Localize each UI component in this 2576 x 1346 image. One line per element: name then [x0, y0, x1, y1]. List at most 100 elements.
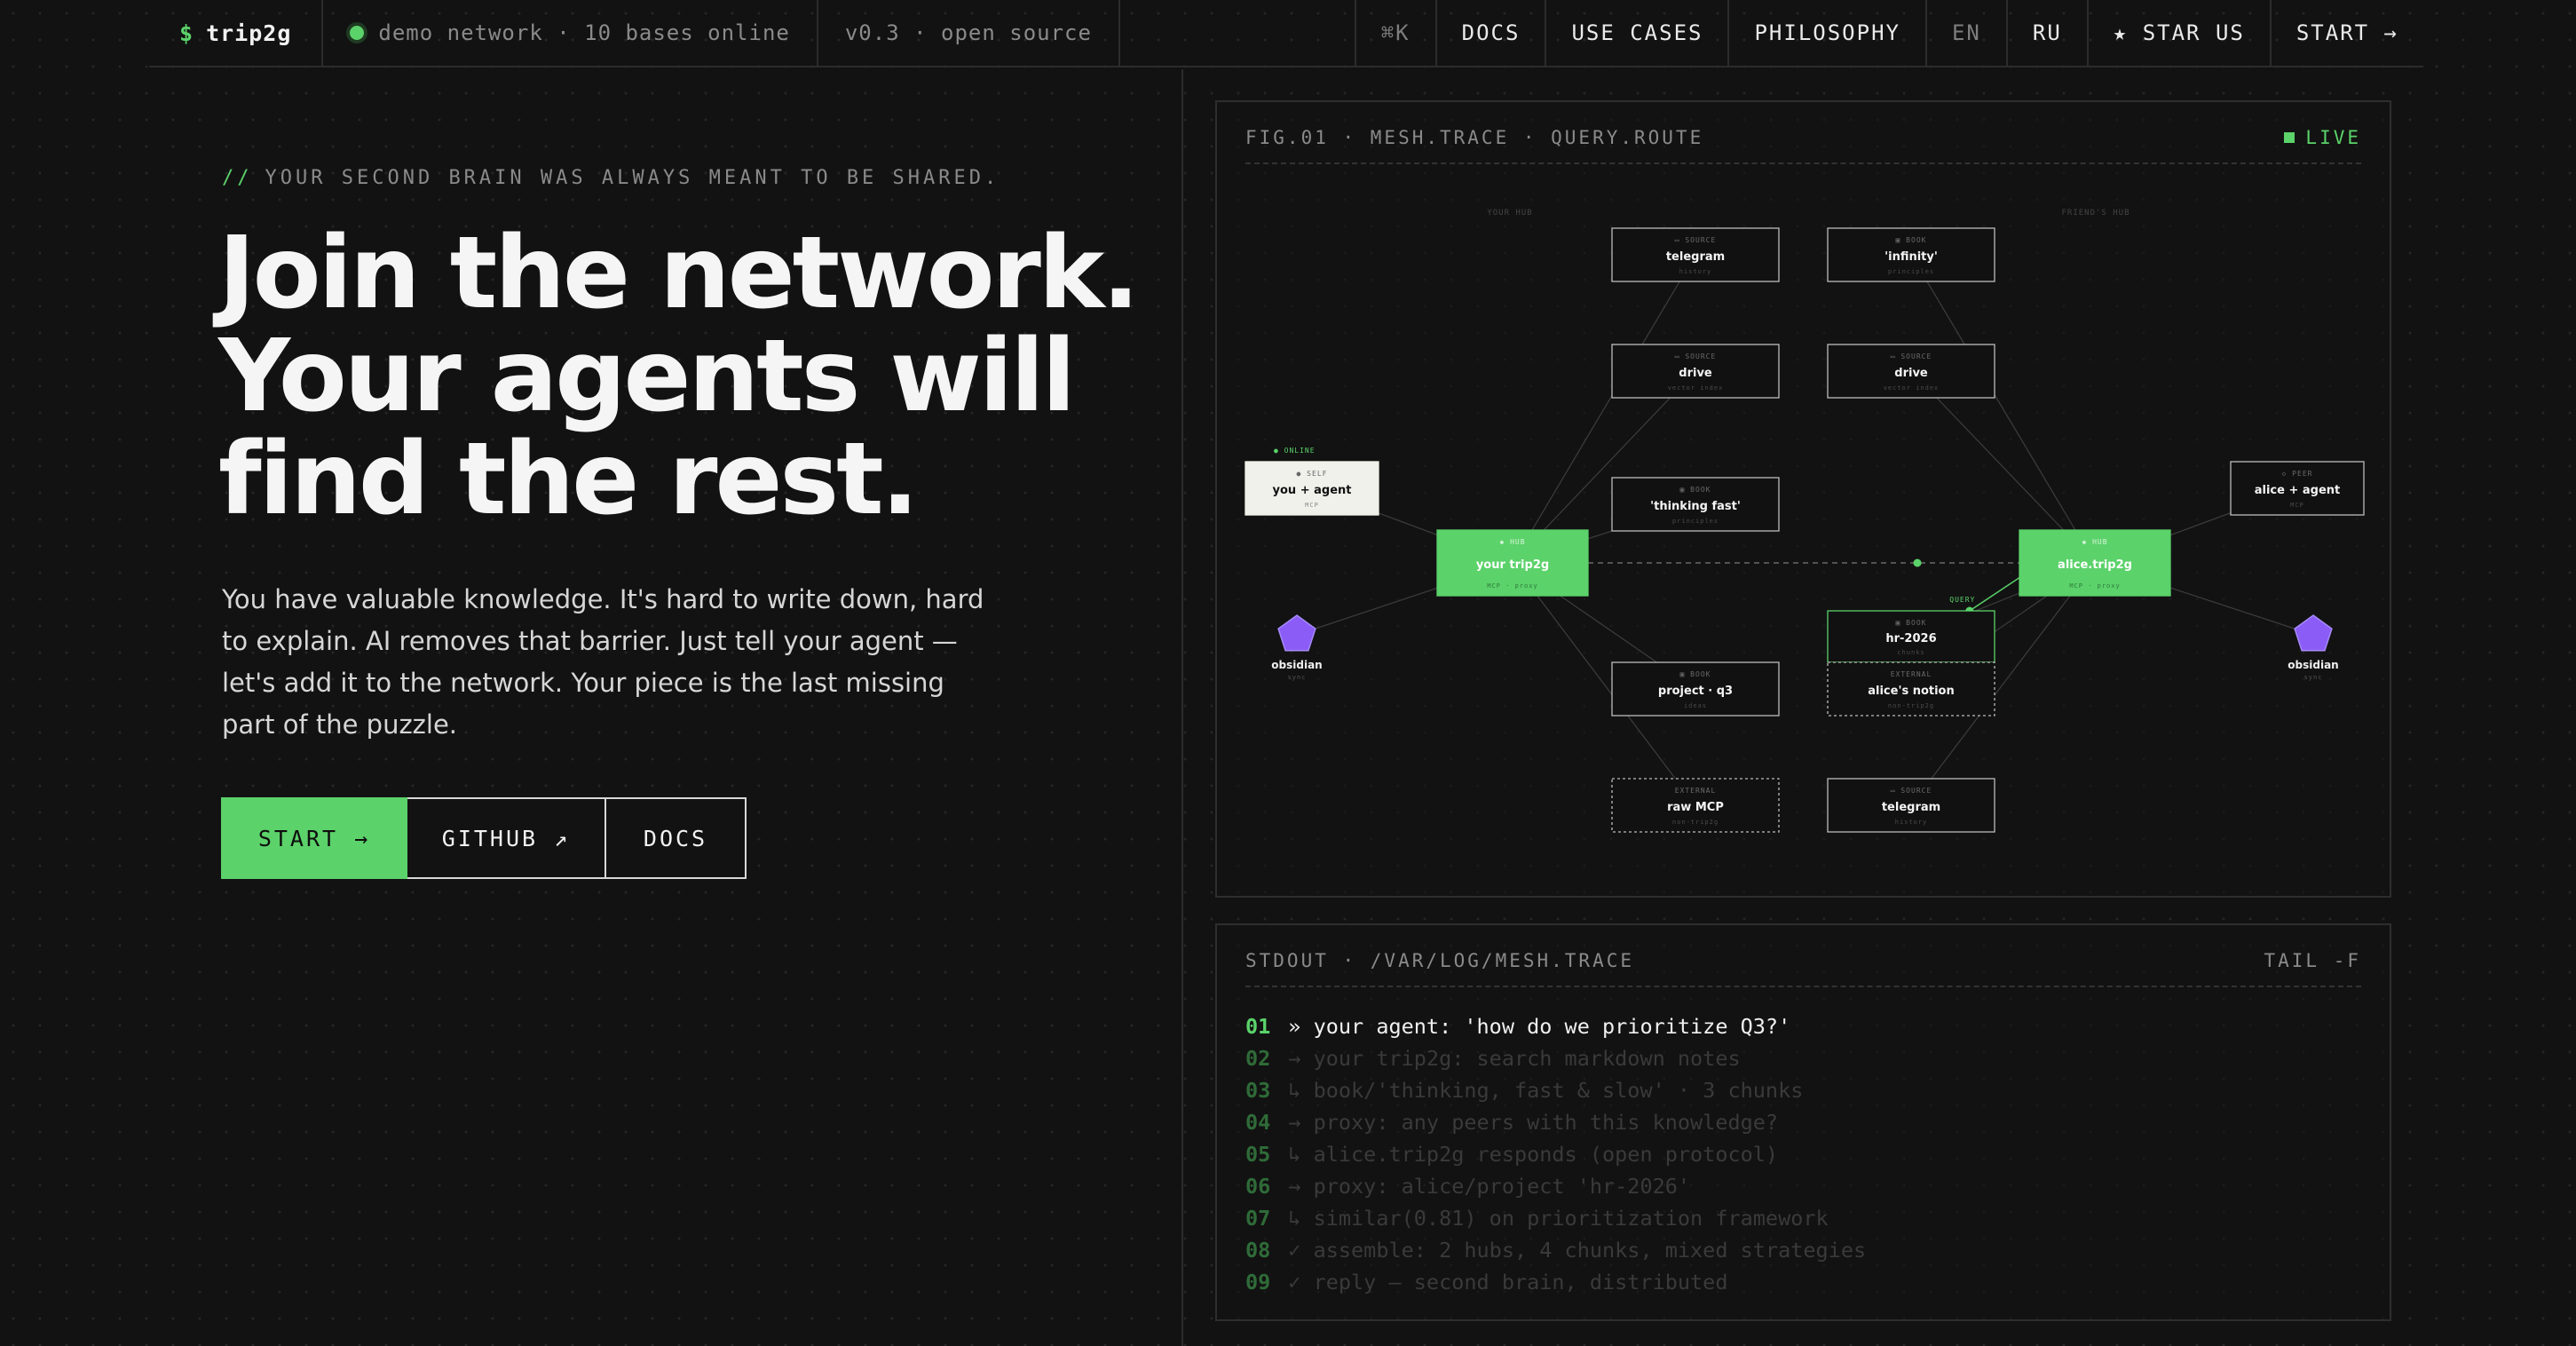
- top-nav: $ trip2g demo network · 10 bases online …: [149, 0, 2423, 67]
- node-an[interactable]: EXTERNAL alice's notion non-trip2g: [1827, 661, 1995, 717]
- node-label: telegram: [1666, 250, 1725, 264]
- node-tg2[interactable]: ▭ SOURCE telegram history: [1827, 778, 1995, 833]
- node-sub: vector index: [1884, 384, 1940, 392]
- node-tag: EXTERNAL: [1675, 787, 1717, 795]
- node-sub: MCP · proxy: [2069, 582, 2120, 590]
- node-inf[interactable]: ▣ BOOK 'infinity' principles: [1827, 227, 1995, 282]
- node-label: drive: [1894, 367, 1928, 380]
- headline-line-1: Join the network.: [218, 216, 1140, 331]
- node-tag: EXTERNAL: [1891, 670, 1932, 678]
- node-tg1[interactable]: ▭ SOURCE telegram history: [1611, 227, 1780, 282]
- log-line: 09 ✓ reply — second brain, distributed: [1245, 1266, 1866, 1298]
- lang-en[interactable]: EN: [1927, 0, 2008, 66]
- node-tag: ▭ SOURCE: [1891, 352, 1932, 360]
- node-label: your trip2g: [1476, 558, 1549, 572]
- headline-line-3: find the rest.: [218, 422, 919, 537]
- log-line-text: ↳ book/'thinking, fast & slow' · 3 chunk…: [1288, 1078, 1804, 1103]
- version-info: v0.3 · open source: [818, 0, 1120, 66]
- node-hr[interactable]: ▣ BOOK hr-2026 chunks: [1827, 610, 1995, 663]
- node-sub: sync: [2304, 674, 2323, 681]
- start-button[interactable]: START →: [221, 797, 407, 879]
- node-sub: MCP: [1305, 502, 1319, 509]
- node-tag: ▣ BOOK: [1896, 619, 1927, 627]
- hero-headline: Join the network. Your agents will find …: [218, 222, 1150, 531]
- node-sub: non-trip2g: [1672, 819, 1719, 826]
- node-label: alice + agent: [2255, 484, 2341, 497]
- node-sub: ideas: [1684, 702, 1707, 709]
- log-line-number: 05: [1245, 1142, 1271, 1167]
- node-tag: ▣ BOOK: [1896, 236, 1927, 244]
- node-tag: ◆ HUB: [2082, 538, 2107, 546]
- nav-use-cases[interactable]: USE CASES: [1546, 0, 1730, 66]
- log-line: 07 ↳ similar(0.81) on prioritization fram…: [1245, 1202, 1866, 1234]
- log-line: 06 → proxy: alice/project 'hr-2026': [1245, 1170, 1866, 1202]
- node-tag: ● SELF: [1297, 470, 1328, 478]
- brand-logo[interactable]: $ trip2g: [149, 0, 324, 66]
- hero-description: You have valuable knowledge. It's hard t…: [222, 584, 984, 740]
- log-line-text: → your trip2g: search markdown notes: [1288, 1046, 1741, 1071]
- node-sub: sync: [1288, 674, 1307, 681]
- nav-philosophy[interactable]: PHILOSOPHY: [1729, 0, 1927, 66]
- query-tag: QUERY: [1949, 596, 1975, 604]
- obsidian-icon: [2294, 614, 2333, 652]
- node-raw[interactable]: EXTERNAL raw MCP non-trip2g: [1611, 778, 1780, 833]
- node-label: obsidian: [1271, 659, 1322, 671]
- node-sub: chunks: [1897, 649, 1924, 656]
- command-palette-shortcut[interactable]: ⌘K: [1356, 0, 1437, 66]
- online-tag: ● ONLINE: [1274, 447, 1316, 455]
- node-tag: ▭ SOURCE: [1675, 236, 1717, 244]
- log-line-text: ↳ alice.trip2g responds (open protocol): [1288, 1142, 1779, 1167]
- log-lines: 01 » your agent: 'how do we prioritize Q3…: [1245, 1010, 1866, 1298]
- log-line-number: 03: [1245, 1078, 1271, 1103]
- network-status: demo network · 10 bases online: [323, 0, 818, 66]
- log-line-text: → proxy: any peers with this knowledge?: [1288, 1110, 1779, 1135]
- node-tag: ▭ SOURCE: [1891, 787, 1932, 795]
- nav-links: ⌘K DOCS USE CASES PHILOSOPHY EN RU ★ STA…: [1356, 0, 2423, 66]
- kicker-prefix: //: [222, 167, 253, 189]
- network-status-text: demo network · 10 bases online: [378, 20, 790, 45]
- node-dr2[interactable]: ▭ SOURCE drive vector index: [1827, 344, 1995, 399]
- node-sub: history: [1895, 819, 1928, 826]
- docs-button[interactable]: DOCS: [606, 797, 747, 879]
- brand-name: trip2g: [206, 20, 292, 46]
- node-hubA[interactable]: ◆ HUB your trip2g MCP · proxy: [1436, 529, 1589, 597]
- log-line: 03 ↳ book/'thinking, fast & slow' · 3 chu…: [1245, 1074, 1866, 1106]
- log-line: 02 → your trip2g: search markdown notes: [1245, 1042, 1866, 1074]
- zone-label-your-hub: YOUR HUB: [1487, 209, 1532, 218]
- node-dr1[interactable]: ▭ SOURCE drive vector index: [1611, 344, 1780, 399]
- node-tf[interactable]: ▣ BOOK 'thinking fast' principles: [1611, 477, 1780, 532]
- node-peer[interactable]: ◇ PEER alice + agent MCP: [2230, 461, 2365, 516]
- log-line-text: ✓ reply — second brain, distributed: [1288, 1270, 1728, 1295]
- node-hubB[interactable]: ◆ HUB alice.trip2g MCP · proxy: [2019, 529, 2171, 597]
- kicker-text: YOUR SECOND BRAIN WAS ALWAYS MEANT TO BE…: [265, 167, 1000, 189]
- hero-kicker: // YOUR SECOND BRAIN WAS ALWAYS MEANT TO …: [222, 167, 1000, 189]
- log-line-number: 04: [1245, 1110, 1271, 1135]
- hero-cta-group: START → GITHUB ↗ DOCS: [221, 797, 747, 879]
- node-label: drive: [1679, 367, 1712, 380]
- node-label: raw MCP: [1667, 801, 1724, 814]
- node-tag: ▣ BOOK: [1680, 486, 1711, 494]
- obsidian-icon: [1277, 614, 1316, 652]
- node-label: project · q3: [1658, 685, 1733, 698]
- node-sub: vector index: [1668, 384, 1724, 392]
- node-sub: non-trip2g: [1888, 702, 1934, 709]
- node-sub: principles: [1888, 268, 1934, 275]
- stdout-log-panel: STDOUT · /VAR/LOG/MESH.TRACE TAIL -F 01 »…: [1215, 923, 2391, 1321]
- log-line-number: 06: [1245, 1174, 1271, 1199]
- nav-start-button[interactable]: START →: [2272, 0, 2423, 66]
- github-button[interactable]: GITHUB ↗: [407, 797, 606, 879]
- packet-dot: [1913, 558, 1922, 567]
- node-pq[interactable]: ▣ BOOK project · q3 ideas: [1611, 661, 1780, 717]
- node-label: telegram: [1882, 801, 1940, 814]
- log-line-number: 08: [1245, 1238, 1271, 1263]
- node-label: you + agent: [1273, 484, 1352, 497]
- log-line-number: 09: [1245, 1270, 1271, 1295]
- node-obsB[interactable]: obsidian sync: [2288, 614, 2339, 681]
- star-us-link[interactable]: ★ STAR US: [2089, 0, 2272, 66]
- node-obsA[interactable]: obsidian sync: [1271, 614, 1323, 681]
- node-self[interactable]: ● SELF you + agent MCP: [1245, 461, 1379, 516]
- node-tag: ▣ BOOK: [1680, 670, 1711, 678]
- lang-ru[interactable]: RU: [2008, 0, 2089, 66]
- nav-docs[interactable]: DOCS: [1437, 0, 1547, 66]
- version-text: v0.3 · open source: [844, 20, 1092, 45]
